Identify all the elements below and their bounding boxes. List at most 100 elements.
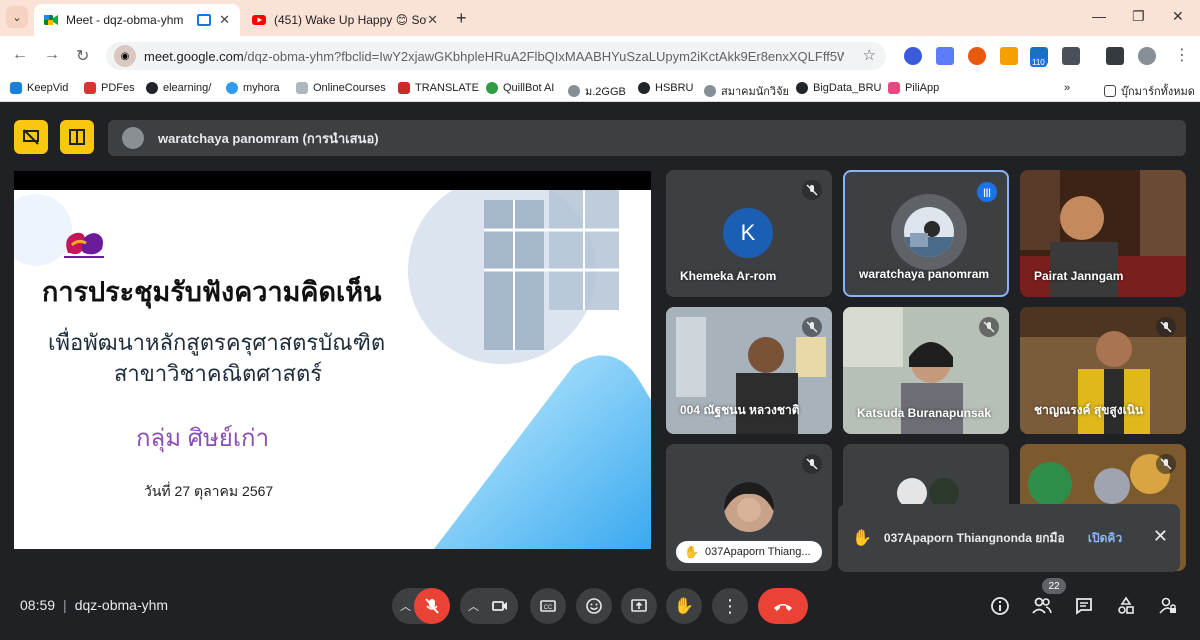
profile-avatar[interactable] bbox=[1138, 47, 1156, 65]
participant-tile[interactable]: ✋ 037Apaporn Thiang... bbox=[666, 444, 832, 571]
bookmark-icon bbox=[398, 82, 410, 94]
captions-button[interactable]: CC bbox=[530, 588, 566, 624]
tab-meet[interactable]: Meet - dqz-obma-yhm ✕ bbox=[34, 4, 240, 36]
bookmark-label: QuillBot AI bbox=[503, 82, 555, 94]
close-icon[interactable]: ✕ bbox=[1153, 526, 1168, 547]
hide-presentation-button[interactable] bbox=[14, 120, 48, 154]
bookmark-piliapp[interactable]: PiliApp bbox=[888, 82, 939, 94]
mic-off-icon bbox=[802, 454, 822, 474]
reactions-button[interactable] bbox=[576, 588, 612, 624]
presenter-label: waratchaya panomram (การนำเสนอ) bbox=[158, 130, 379, 146]
meeting-code: dqz-obma-yhm bbox=[74, 597, 169, 613]
restore-icon[interactable]: ❐ bbox=[1132, 8, 1145, 25]
youtube-icon bbox=[252, 15, 266, 25]
extensions-puzzle-icon[interactable] bbox=[1062, 47, 1080, 65]
bookmark-onlinecourses[interactable]: OnlineCourses bbox=[296, 82, 386, 94]
mic-off-icon bbox=[425, 598, 439, 614]
bookmark-m2ggb[interactable]: ม.2GGB bbox=[568, 82, 626, 100]
university-logo bbox=[64, 232, 104, 258]
bookmark-label: PiliApp bbox=[905, 82, 940, 94]
info-icon bbox=[991, 597, 1009, 615]
participant-tile[interactable]: ||| waratchaya panomram bbox=[843, 170, 1009, 297]
back-icon[interactable]: ← bbox=[12, 46, 28, 64]
layout-button[interactable] bbox=[60, 120, 94, 154]
bookmark-bigdata[interactable]: BigData_BRU bbox=[796, 82, 881, 94]
extension-icon[interactable] bbox=[904, 47, 922, 65]
browser-toolbar: ← → ↻ ◉ meet.google.com/dqz-obma-yhm?fbc… bbox=[0, 36, 1200, 76]
bookmark-myhora[interactable]: myhora bbox=[226, 82, 280, 94]
bookmark-hsbru[interactable]: HSBRU bbox=[638, 82, 694, 94]
address-bar[interactable]: ◉ meet.google.com/dqz-obma-yhm?fbclid=Iw… bbox=[106, 42, 886, 70]
presentation-off-icon bbox=[23, 129, 39, 145]
extension-icon[interactable] bbox=[1000, 47, 1018, 65]
mic-off-icon bbox=[1156, 454, 1176, 474]
participant-tile[interactable]: K Khemeka Ar-rom bbox=[666, 170, 832, 297]
more-options-button[interactable]: ⋮ bbox=[712, 588, 748, 624]
bookmark-translate[interactable]: TRANSLATE bbox=[398, 82, 479, 94]
media-control-icon[interactable] bbox=[1106, 47, 1124, 65]
participant-tile[interactable]: Pairat Janngam bbox=[1020, 170, 1186, 297]
bookmark-icon bbox=[84, 82, 96, 94]
chat-button[interactable] bbox=[1072, 594, 1096, 618]
leave-call-button[interactable] bbox=[758, 588, 808, 624]
divider: | bbox=[63, 597, 67, 613]
bookmark-label: OnlineCourses bbox=[313, 82, 386, 94]
bookmark-label: บุ๊กมาร์กทั้งหมด bbox=[1121, 86, 1195, 98]
tab-youtube[interactable]: (451) Wake Up Happy 😊 Soft Lofi ✕ bbox=[242, 4, 448, 36]
captions-icon: CC bbox=[540, 600, 556, 612]
extension-icon[interactable] bbox=[968, 47, 986, 65]
more-vert-icon: ⋮ bbox=[721, 595, 739, 616]
chevron-up-icon: ︿ bbox=[400, 601, 411, 613]
participant-tile[interactable]: 004 ณัฐชนน หลวงชาติ bbox=[666, 307, 832, 434]
presentation-slide: การประชุมรับฟังความคิดเห็น เพื่อพัฒนาหลั… bbox=[14, 190, 651, 549]
tab-title: (451) Wake Up Happy 😊 Soft Lofi bbox=[274, 13, 427, 27]
new-tab-button[interactable]: + bbox=[456, 8, 467, 29]
bookmark-keepvid[interactable]: KeepVid bbox=[10, 82, 68, 94]
bookmark-icon bbox=[10, 82, 22, 94]
site-info-icon[interactable]: ◉ bbox=[114, 45, 136, 67]
participant-name: 004 ณัฐชนน หลวงชาติ bbox=[680, 403, 800, 417]
forward-icon[interactable]: → bbox=[44, 46, 60, 64]
bookmark-researchers[interactable]: สมาคมนักวิจัย bbox=[704, 82, 789, 100]
minimize-icon[interactable]: — bbox=[1092, 8, 1106, 24]
more-menu-icon[interactable]: ⋮ bbox=[1174, 45, 1190, 65]
url-host: meet.google.com bbox=[144, 48, 244, 64]
bookmark-elearning[interactable]: elearning/ bbox=[146, 82, 211, 94]
bookmark-label: สมาคมนักวิจัย bbox=[721, 86, 789, 98]
participant-tile[interactable]: Katsuda Buranapunsak bbox=[843, 307, 1009, 434]
host-controls-button[interactable] bbox=[1156, 594, 1180, 618]
bookmarks-overflow-button[interactable]: » bbox=[1064, 82, 1070, 94]
close-tab-icon[interactable]: ✕ bbox=[219, 12, 230, 28]
close-tab-icon[interactable]: ✕ bbox=[427, 12, 438, 28]
mic-toggle-button[interactable] bbox=[414, 588, 450, 624]
bookmark-quillbot[interactable]: QuillBot AI bbox=[486, 82, 554, 94]
present-screen-icon bbox=[631, 599, 647, 612]
hand-raised-chip: ✋ 037Apaporn Thiang... bbox=[676, 541, 822, 563]
url-text[interactable]: meet.google.com/dqz-obma-yhm?fbclid=IwY2… bbox=[144, 49, 844, 64]
camera-toggle-button[interactable] bbox=[482, 588, 518, 624]
chat-icon bbox=[1076, 598, 1092, 615]
bookmark-star-icon[interactable]: ☆ bbox=[863, 46, 876, 64]
meeting-details-button[interactable] bbox=[988, 594, 1012, 618]
translate-extension-icon[interactable] bbox=[936, 47, 954, 65]
reload-icon[interactable]: ↻ bbox=[76, 46, 89, 66]
sidebar-layout-icon bbox=[69, 129, 85, 145]
hand-notice-text: 037Apaporn Thiangnonda ยกมือ bbox=[883, 530, 1065, 545]
presenter-bar: waratchaya panomram (การนำเสนอ) bbox=[108, 120, 1186, 156]
bookmark-label: ม.2GGB bbox=[585, 86, 626, 98]
speaking-indicator-icon: ||| bbox=[977, 182, 997, 202]
tab-search-button[interactable]: ⌄ bbox=[6, 6, 28, 28]
control-bar: 08:59 | dqz-obma-yhm ︿ ︿ CC ✋ ⋮ 22 bbox=[0, 570, 1200, 640]
end-call-icon bbox=[774, 604, 792, 611]
bookmark-pdfes[interactable]: PDFes bbox=[84, 82, 135, 94]
open-queue-button[interactable]: เปิดคิว bbox=[1088, 529, 1122, 548]
participant-tile[interactable]: ชาญณรงค์ สุขสูงเนิน bbox=[1020, 307, 1186, 434]
people-button[interactable] bbox=[1030, 594, 1054, 618]
slide-date: วันที่ 27 ตุลาคม 2567 bbox=[144, 483, 274, 499]
raise-hand-button[interactable]: ✋ bbox=[666, 588, 702, 624]
all-bookmarks-button[interactable]: บุ๊กมาร์กทั้งหมด bbox=[1104, 82, 1195, 100]
activities-button[interactable] bbox=[1114, 594, 1138, 618]
close-window-icon[interactable]: ✕ bbox=[1172, 8, 1184, 25]
folder-icon bbox=[1104, 85, 1116, 97]
present-button[interactable] bbox=[621, 588, 657, 624]
